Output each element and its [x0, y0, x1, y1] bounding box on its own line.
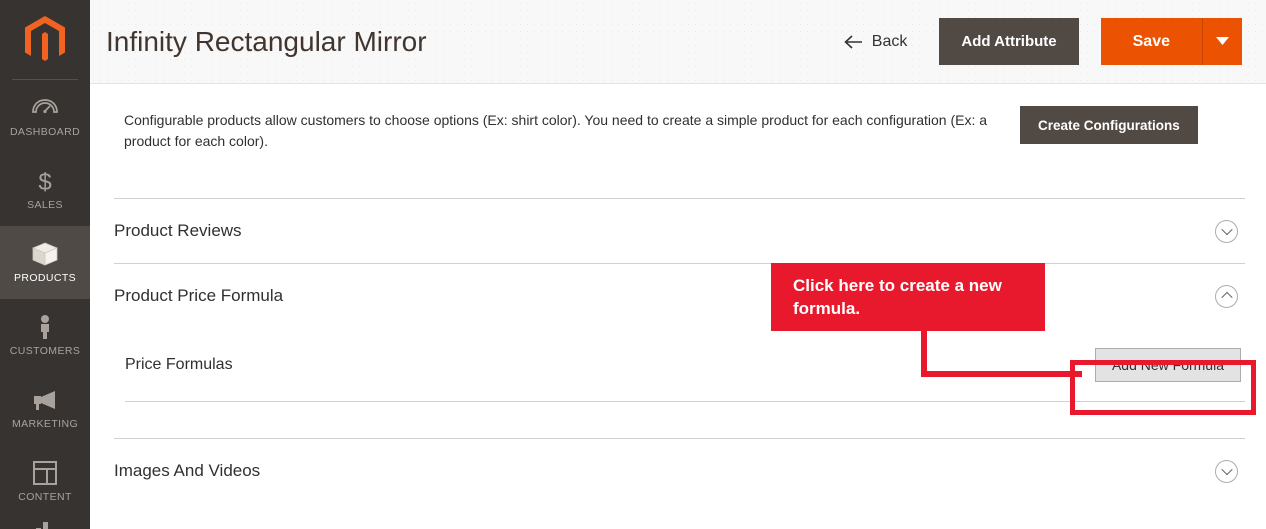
section-header[interactable]: Images And Videos: [114, 439, 1245, 503]
section-images-and-videos: Images And Videos: [114, 438, 1245, 503]
product-form-content: Configurable products allow customers to…: [90, 84, 1266, 503]
gauge-icon: [32, 95, 58, 121]
magento-logo-icon: [25, 16, 65, 61]
page-title: Infinity Rectangular Mirror: [106, 25, 427, 57]
price-formulas-row: Price Formulas Add New Formula: [125, 328, 1245, 402]
sidebar-item-customers[interactable]: CUSTOMERS: [0, 299, 90, 372]
magento-logo[interactable]: [0, 0, 90, 80]
sidebar-item-label: CONTENT: [18, 491, 72, 503]
section-title: Product Reviews: [114, 221, 242, 240]
add-attribute-button[interactable]: Add Attribute: [939, 18, 1079, 65]
person-icon: [35, 314, 55, 340]
price-formulas-label: Price Formulas: [125, 355, 233, 373]
sidebar-item-label: MARKETING: [11, 418, 79, 430]
back-label: Back: [871, 32, 908, 50]
save-button-group: Save: [1100, 18, 1242, 65]
section-product-price-formula: Product Price Formula Price Formulas Add…: [114, 263, 1245, 438]
section-header[interactable]: Product Reviews: [114, 199, 1245, 263]
create-configurations-button[interactable]: Create Configurations: [1020, 106, 1198, 144]
section-body: Price Formulas Add New Formula: [114, 328, 1245, 438]
sidebar-item-label: PRODUCTS: [13, 272, 77, 284]
megaphone-icon: [31, 387, 59, 413]
collapsible-sections: Product Reviews Product Price Formula Pr…: [90, 198, 1266, 503]
chevron-down-icon[interactable]: [1215, 219, 1238, 243]
sidebar-item-reports[interactable]: [0, 518, 90, 529]
sidebar-item-content[interactable]: CONTENT: [0, 445, 90, 518]
bar-chart-icon: [32, 518, 58, 529]
caret-down-icon: [1216, 37, 1229, 45]
annotation-callout: Click here to create a new formula.: [771, 263, 1045, 331]
annotation-callout-text: Click here to create a new formula.: [793, 276, 1002, 319]
sidebar-item-label: DASHBOARD: [9, 126, 81, 138]
svg-text:$: $: [38, 169, 51, 194]
configurations-block: Configurable products allow customers to…: [90, 84, 1266, 152]
chevron-down-icon[interactable]: [1215, 459, 1238, 483]
sidebar-item-label: SALES: [27, 199, 63, 211]
arrow-left-icon: [844, 34, 862, 49]
box-icon: [31, 241, 59, 267]
dollar-icon: $: [35, 168, 55, 194]
sidebar-item-label: CUSTOMERS: [9, 345, 81, 357]
sidebar-item-products[interactable]: PRODUCTS: [0, 226, 90, 299]
section-title: Product Price Formula: [114, 286, 284, 305]
sidebar-item-marketing[interactable]: MARKETING: [0, 372, 90, 445]
magento-admin-page: DASHBOARD $ SALES PRODUCTS CUSTOMERS MAR…: [0, 0, 1266, 529]
page-header: Infinity Rectangular Mirror Back Add Att…: [90, 0, 1266, 84]
configurations-description: Configurable products allow customers to…: [124, 112, 988, 149]
header-actions: Back Add Attribute Save: [834, 18, 1242, 65]
back-button[interactable]: Back: [834, 25, 918, 59]
admin-sidebar: DASHBOARD $ SALES PRODUCTS CUSTOMERS MAR…: [0, 0, 90, 529]
sidebar-item-sales[interactable]: $ SALES: [0, 153, 90, 226]
save-dropdown-button[interactable]: [1202, 18, 1242, 65]
section-product-reviews: Product Reviews: [114, 198, 1245, 263]
layout-icon: [32, 460, 58, 486]
add-new-formula-button[interactable]: Add New Formula: [1094, 347, 1241, 382]
section-header[interactable]: Product Price Formula: [114, 264, 1245, 328]
save-button[interactable]: Save: [1100, 18, 1202, 65]
chevron-up-icon[interactable]: [1215, 284, 1238, 308]
section-title: Images And Videos: [114, 461, 261, 480]
main-content: Infinity Rectangular Mirror Back Add Att…: [90, 0, 1266, 529]
sidebar-item-dashboard[interactable]: DASHBOARD: [0, 80, 90, 153]
